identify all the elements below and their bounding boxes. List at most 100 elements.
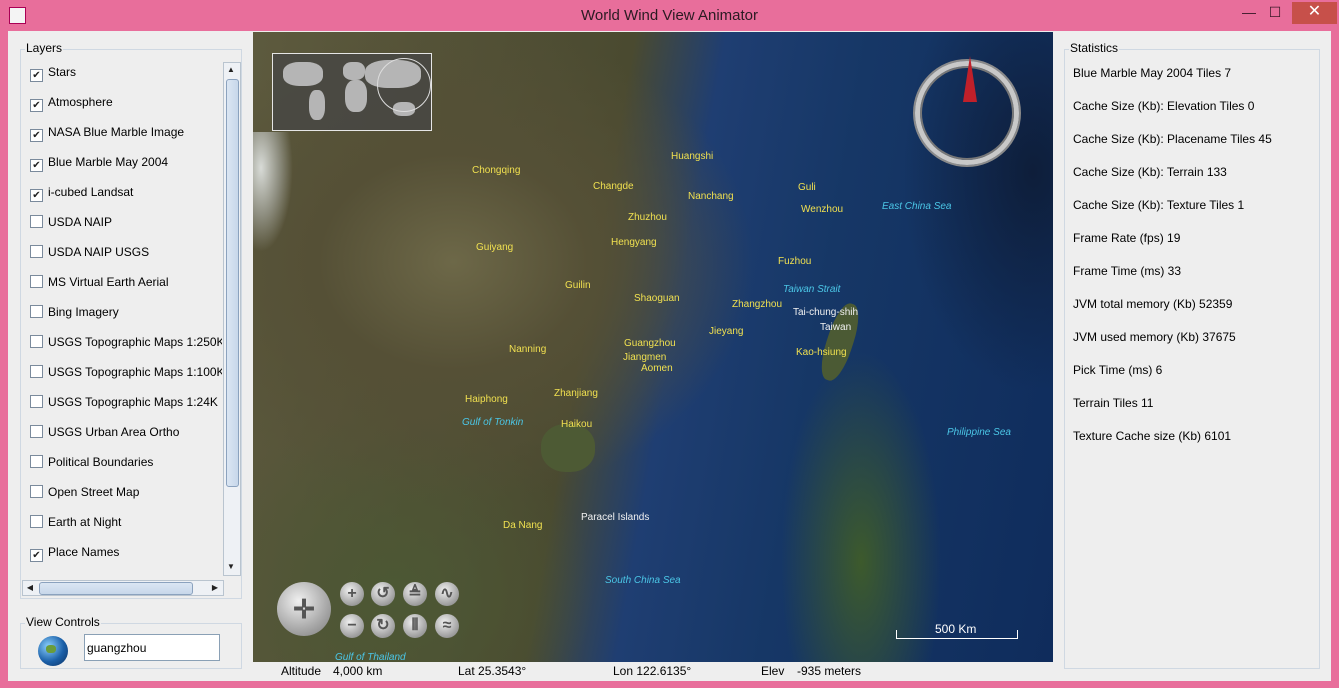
- statistic-row: Pick Time (ms) 6: [1073, 363, 1163, 377]
- title-bar: World Wind View Animator — ☐ ✕: [0, 0, 1339, 30]
- layer-checkbox[interactable]: [30, 515, 43, 528]
- layer-checkbox[interactable]: [30, 335, 43, 348]
- zoom-in-icon[interactable]: +: [340, 582, 364, 606]
- statistic-row: Cache Size (Kb): Texture Tiles 1: [1073, 198, 1245, 212]
- place-label: Haikou: [561, 419, 593, 430]
- layer-row[interactable]: USGS Urban Area Ortho: [30, 422, 179, 442]
- rotate-left-icon[interactable]: ↺: [371, 582, 395, 606]
- layers-panel: Layers ✔ Stars ✔ Atmosphere ✔ NASA Blue Marbl…: [20, 41, 242, 599]
- scroll-down-icon[interactable]: ▼: [224, 560, 238, 574]
- vertical-exaggeration-up-icon[interactable]: ∿: [435, 582, 459, 606]
- layer-row[interactable]: ✔ Place Names: [30, 542, 119, 562]
- compass-needle-icon: [963, 56, 977, 102]
- place-label: Hengyang: [611, 237, 657, 248]
- place-label: Guilin: [565, 280, 591, 291]
- layer-label: i-cubed Landsat: [48, 185, 134, 199]
- scroll-up-icon[interactable]: ▲: [224, 63, 238, 77]
- layers-title: Layers: [25, 41, 64, 55]
- layer-label: Place Names: [48, 545, 120, 559]
- layer-row[interactable]: Earth at Night: [30, 512, 121, 532]
- status-bar: Altitude 4,000 km Lat 25.3543° Lon 122.6…: [253, 662, 1053, 681]
- place-label: Paracel Islands: [581, 512, 650, 523]
- place-label: Guiyang: [476, 242, 514, 253]
- layer-row[interactable]: Bing Imagery: [30, 302, 119, 322]
- layer-row[interactable]: USGS Topographic Maps 1:24K: [30, 392, 218, 412]
- layer-checkbox[interactable]: [30, 395, 43, 408]
- layer-row[interactable]: Political Boundaries: [30, 452, 153, 472]
- layer-row[interactable]: ✔ i-cubed Landsat: [30, 182, 133, 202]
- layer-row[interactable]: ✔ Blue Marble May 2004: [30, 152, 168, 172]
- place-label: Taiwan Strait: [783, 284, 841, 295]
- layer-checkbox[interactable]: [30, 305, 43, 318]
- horizontal-scroll-thumb[interactable]: [39, 582, 193, 595]
- layers-vertical-scrollbar[interactable]: ▲ ▼: [223, 62, 241, 576]
- pan-control-icon[interactable]: ✛: [277, 582, 331, 636]
- layer-row[interactable]: MS Virtual Earth Aerial: [30, 272, 169, 292]
- layer-row[interactable]: ✔ Stars: [30, 62, 76, 82]
- place-label: Fuzhou: [778, 256, 812, 267]
- layer-checkbox[interactable]: [30, 425, 43, 438]
- statistics-panel: Statistics Blue Marble May 2004 Tiles 7 C…: [1064, 41, 1320, 669]
- altitude-value: 4,000 km: [333, 664, 383, 678]
- layer-checkbox[interactable]: [30, 245, 43, 258]
- layer-checkbox[interactable]: [30, 275, 43, 288]
- layer-label: MS Virtual Earth Aerial: [48, 275, 169, 289]
- layer-row[interactable]: USGS Topographic Maps 1:250K: [30, 332, 222, 352]
- minimize-button[interactable]: —: [1236, 2, 1262, 24]
- world-overview-map[interactable]: [272, 53, 432, 131]
- layer-row[interactable]: USDA NAIP: [30, 212, 112, 232]
- layer-row[interactable]: Open Street Map: [30, 482, 139, 502]
- view-controls-panel: View Controls: [20, 615, 242, 669]
- place-label: Gulf of Tonkin: [462, 417, 524, 428]
- layer-checkbox[interactable]: ✔: [30, 159, 43, 172]
- layer-row[interactable]: USDA NAIP USGS: [30, 242, 149, 262]
- place-label: Kao-hsiung: [796, 347, 847, 358]
- wm-africa: [345, 80, 367, 112]
- layer-row[interactable]: USGS Topographic Maps 1:100K: [30, 362, 222, 382]
- maximize-button[interactable]: ☐: [1262, 2, 1288, 24]
- layer-checkbox[interactable]: ✔: [30, 549, 43, 562]
- layer-label: Bing Imagery: [48, 305, 119, 319]
- place-label: Changde: [593, 181, 634, 192]
- layer-label: USGS Topographic Maps 1:24K: [48, 395, 218, 409]
- place-label: Guangzhou: [624, 338, 676, 349]
- place-label: Aomen: [641, 363, 673, 374]
- place-label: East China Sea: [882, 201, 952, 212]
- vertical-scroll-thumb[interactable]: [226, 79, 239, 487]
- location-search-input[interactable]: [84, 634, 220, 661]
- layer-label: Atmosphere: [48, 95, 113, 109]
- layer-checkbox[interactable]: ✔: [30, 129, 43, 142]
- scroll-left-icon[interactable]: ◀: [23, 581, 37, 595]
- layer-label: USGS Topographic Maps 1:250K: [48, 335, 222, 349]
- layer-checkbox[interactable]: [30, 485, 43, 498]
- layer-checkbox[interactable]: [30, 455, 43, 468]
- layer-checkbox[interactable]: [30, 215, 43, 228]
- layers-list: ✔ Stars ✔ Atmosphere ✔ NASA Blue Marble Image…: [22, 62, 222, 578]
- statistic-row: JVM total memory (Kb) 52359: [1073, 297, 1233, 311]
- close-button[interactable]: ✕: [1292, 2, 1337, 24]
- rotate-right-icon[interactable]: ↻: [371, 614, 395, 638]
- scroll-right-icon[interactable]: ▶: [208, 581, 222, 595]
- layer-row[interactable]: ✔ NASA Blue Marble Image: [30, 122, 184, 142]
- place-label: Haiphong: [465, 394, 508, 405]
- layer-checkbox[interactable]: [30, 365, 43, 378]
- layer-checkbox[interactable]: ✔: [30, 189, 43, 202]
- vertical-exaggeration-down-icon[interactable]: ≈: [435, 614, 459, 638]
- statistic-row: JVM used memory (Kb) 37675: [1073, 330, 1236, 344]
- layer-label: USDA NAIP USGS: [48, 245, 150, 259]
- place-label: Taiwan: [820, 322, 852, 333]
- tilt-down-icon[interactable]: ⦀: [403, 614, 427, 638]
- zoom-out-icon[interactable]: −: [340, 614, 364, 638]
- place-label: Chongqing: [472, 165, 521, 176]
- layer-label: USGS Urban Area Ortho: [48, 425, 180, 439]
- mountain-snow: [253, 132, 293, 252]
- tilt-up-icon[interactable]: ≜: [403, 582, 427, 606]
- world-map-canvas[interactable]: Huangshi Chongqing Changde Nanchang Guli Wenz…: [253, 32, 1053, 662]
- layer-label: USGS Topographic Maps 1:100K: [48, 365, 222, 379]
- place-label: Zhangzhou: [732, 299, 783, 310]
- altitude-label: Altitude: [281, 664, 322, 678]
- layer-checkbox[interactable]: ✔: [30, 99, 43, 112]
- layer-checkbox[interactable]: ✔: [30, 69, 43, 82]
- layer-row[interactable]: ✔ Atmosphere: [30, 92, 113, 112]
- layers-horizontal-scrollbar[interactable]: ◀ ▶: [22, 580, 224, 596]
